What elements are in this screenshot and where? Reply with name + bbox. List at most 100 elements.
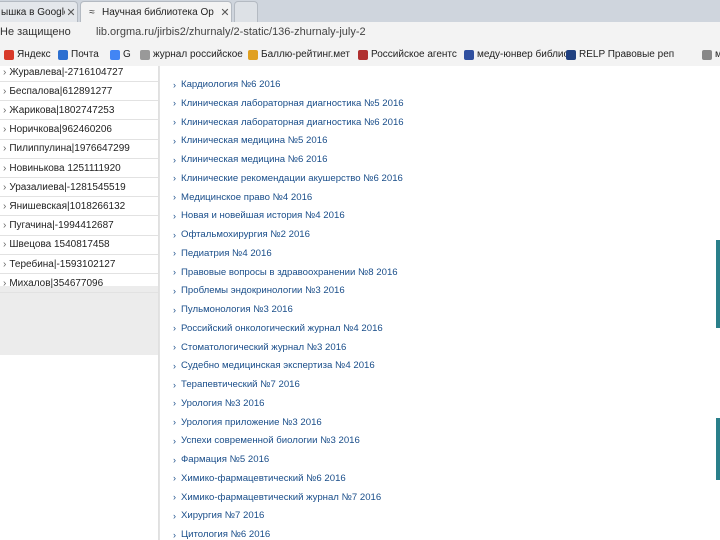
sidebar-item[interactable]: › Пилиппулина|1976647299	[0, 140, 158, 159]
tab-library[interactable]: ≈ Научная библиотека Ор ✕	[80, 1, 232, 22]
chevron-right-icon: ›	[3, 258, 7, 270]
journal-link[interactable]: › Цитология №6 2016	[173, 529, 270, 540]
bookmark-label: Баллю-рейтинг.мет	[261, 49, 350, 60]
journal-link[interactable]: › Клиническая медицина №5 2016	[173, 135, 327, 146]
bookmark-item[interactable]: журнал российское	[140, 49, 243, 60]
close-icon[interactable]: ✕	[65, 6, 77, 19]
sidebar-item-label: Журавлева|-2716104727	[9, 66, 124, 78]
journal-link[interactable]: › Российский онкологический журнал №4 201…	[173, 323, 383, 334]
journal-link[interactable]: › Клиническая лабораторная диагностика №6…	[173, 117, 404, 128]
bookmark-item[interactable]: ме	[702, 49, 720, 60]
chevron-right-icon: ›	[173, 473, 176, 484]
journal-link-label: Цитология №6 2016	[181, 529, 271, 540]
tab-label: Научная библиотека Ор	[102, 6, 214, 18]
sidebar-item[interactable]: › Беспалова|612891277	[0, 82, 158, 102]
bookmark-item[interactable]: RELP Правовые реп	[566, 49, 674, 60]
security-indicator[interactable]: Не защищено	[0, 26, 71, 38]
bookmark-item[interactable]: Российское агентс	[358, 49, 457, 60]
sidebar-item[interactable]: › Михалов|354677096	[0, 274, 158, 294]
library-favicon-icon: ≈	[89, 6, 95, 18]
bookmark-item[interactable]: Яндекс	[4, 49, 51, 60]
chevron-right-icon: ›	[173, 435, 176, 446]
journal-link[interactable]: › Стоматологический журнал №3 2016	[173, 342, 346, 353]
bookmark-item[interactable]: меду-юнвер библиот	[464, 49, 573, 60]
journal-link[interactable]: › Урология приложение №3 2016	[173, 417, 322, 428]
sidebar-item-label: Теребина|-1593102127	[9, 258, 116, 270]
journal-link[interactable]: › Пульмонология №3 2016	[173, 304, 293, 315]
address-bar[interactable]: Не защищено lib.orgma.ru/jirbis2/zhurnal…	[0, 22, 720, 47]
bookmark-favicon-icon	[248, 49, 258, 60]
chevron-right-icon: ›	[173, 154, 176, 165]
bookmark-favicon-icon	[140, 49, 150, 60]
chevron-right-icon: ›	[3, 124, 7, 136]
bookmark-item[interactable]: Баллю-рейтинг.мет	[248, 49, 350, 60]
journal-link[interactable]: › Медицинское право №4 2016	[173, 192, 312, 203]
sidebar-item[interactable]: › Теребина|-1593102127	[0, 255, 158, 274]
scrollbar-edge[interactable]	[716, 240, 720, 328]
chevron-right-icon: ›	[3, 239, 7, 251]
sidebar-item[interactable]: › Уразалиева|-1281545519	[0, 178, 158, 198]
journal-link[interactable]: › Проблемы эндокринологии №3 2016	[173, 285, 345, 296]
chevron-right-icon: ›	[173, 117, 176, 127]
chevron-right-icon: ›	[3, 200, 7, 212]
journal-link[interactable]: › Педиатрия №4 2016	[173, 248, 272, 259]
journal-link-label: Химико-фармацевтический №6 2016	[181, 472, 346, 484]
column-divider	[159, 66, 160, 540]
journal-link-label: Медицинское право №4 2016	[181, 191, 313, 203]
sidebar-blank	[0, 355, 158, 540]
new-tab-button[interactable]	[234, 1, 258, 22]
journal-link[interactable]: › Химико-фармацевтический журнал №7 2016	[173, 492, 381, 503]
bookmark-label: Яндекс	[17, 49, 51, 60]
chevron-right-icon: ›	[173, 510, 176, 521]
journal-link[interactable]: › Клиническая лабораторная диагностика №5…	[173, 98, 404, 109]
sidebar-item[interactable]: › Журавлева|-2716104727	[0, 63, 158, 82]
chevron-right-icon: ›	[173, 398, 176, 409]
sidebar-item[interactable]: › Янишевская|1018266132	[0, 197, 158, 217]
sidebar-item[interactable]: › Жарикова|1802747253	[0, 101, 158, 121]
journal-link[interactable]: › Фармация №5 2016	[173, 454, 269, 465]
journal-list: › Кардиология №6 2016 › Клиническая лаборат…	[159, 66, 720, 540]
journal-link-label: Клиническая лабораторная диагностика №5 …	[181, 97, 404, 109]
bookmark-favicon-icon	[358, 49, 368, 60]
journal-link-label: Новая и новейшая история №4 2016	[181, 210, 345, 222]
sidebar-item[interactable]: › Норичкова|962460206	[0, 121, 158, 140]
chevron-right-icon: ›	[173, 192, 176, 202]
sidebar-item-label: Норичкова|962460206	[9, 124, 112, 136]
chevron-right-icon: ›	[3, 162, 7, 174]
chevron-right-icon: ›	[173, 135, 176, 146]
url-text[interactable]: lib.orgma.ru/jirbis2/zhurnaly/2-static/1…	[96, 26, 366, 38]
scrollbar-edge-lower[interactable]	[716, 418, 720, 480]
bookmark-item[interactable]: Почта	[58, 49, 99, 60]
chevron-right-icon: ›	[173, 492, 176, 502]
bookmark-label: журнал российское	[153, 49, 243, 60]
close-icon[interactable]: ✕	[219, 6, 231, 19]
journal-link-label: Педиатрия №4 2016	[181, 247, 272, 259]
bookmark-label: Российское агентс	[371, 49, 457, 60]
journal-link[interactable]: › Урология №3 2016	[173, 398, 265, 409]
journal-link[interactable]: › Терапевтический №7 2016	[173, 379, 300, 390]
journal-link[interactable]: › Хирургия №7 2016	[173, 510, 264, 521]
chevron-right-icon: ›	[173, 454, 176, 465]
sidebar-item[interactable]: › Швецова 1540817458	[0, 236, 158, 255]
bookmark-label: G	[123, 49, 131, 60]
journal-link-label: Судебно медицинская экспертиза №4 2016	[181, 360, 375, 372]
sidebar-item[interactable]: › Новинькова 1251111920	[0, 159, 158, 178]
journal-link[interactable]: › Судебно медицинская экспертиза №4 2016	[173, 360, 375, 371]
journal-link[interactable]: › Клиническая медицина №6 2016	[173, 154, 327, 165]
journal-link[interactable]: › Кардиология №6 2016	[173, 79, 281, 90]
tab-google[interactable]: ышка в Google ✕	[0, 1, 78, 22]
journal-link[interactable]: › Новая и новейшая история №4 2016	[173, 210, 345, 221]
sidebar-item[interactable]: › Пугачина|-1994412687	[0, 217, 158, 236]
chevron-right-icon: ›	[173, 210, 176, 221]
journal-link[interactable]: › Офтальмохирургия №2 2016	[173, 229, 310, 240]
bookmark-item[interactable]: G	[110, 49, 131, 60]
journal-link[interactable]: › Химико-фармацевтический №6 2016	[173, 473, 346, 484]
sidebar-item-label: Беспалова|612891277	[9, 85, 113, 97]
journal-link[interactable]: › Клинические рекомендации акушерство №6 …	[173, 173, 403, 184]
journal-link-label: Проблемы эндокринологии №3 2016	[181, 285, 345, 297]
bookmark-favicon-icon	[464, 49, 474, 60]
bookmark-label: ме	[715, 49, 720, 60]
chevron-right-icon: ›	[173, 360, 176, 371]
journal-link[interactable]: › Правовые вопросы в здравоохранении №8 2…	[173, 267, 398, 278]
journal-link[interactable]: › Успехи современной биологии №3 2016	[173, 435, 360, 446]
